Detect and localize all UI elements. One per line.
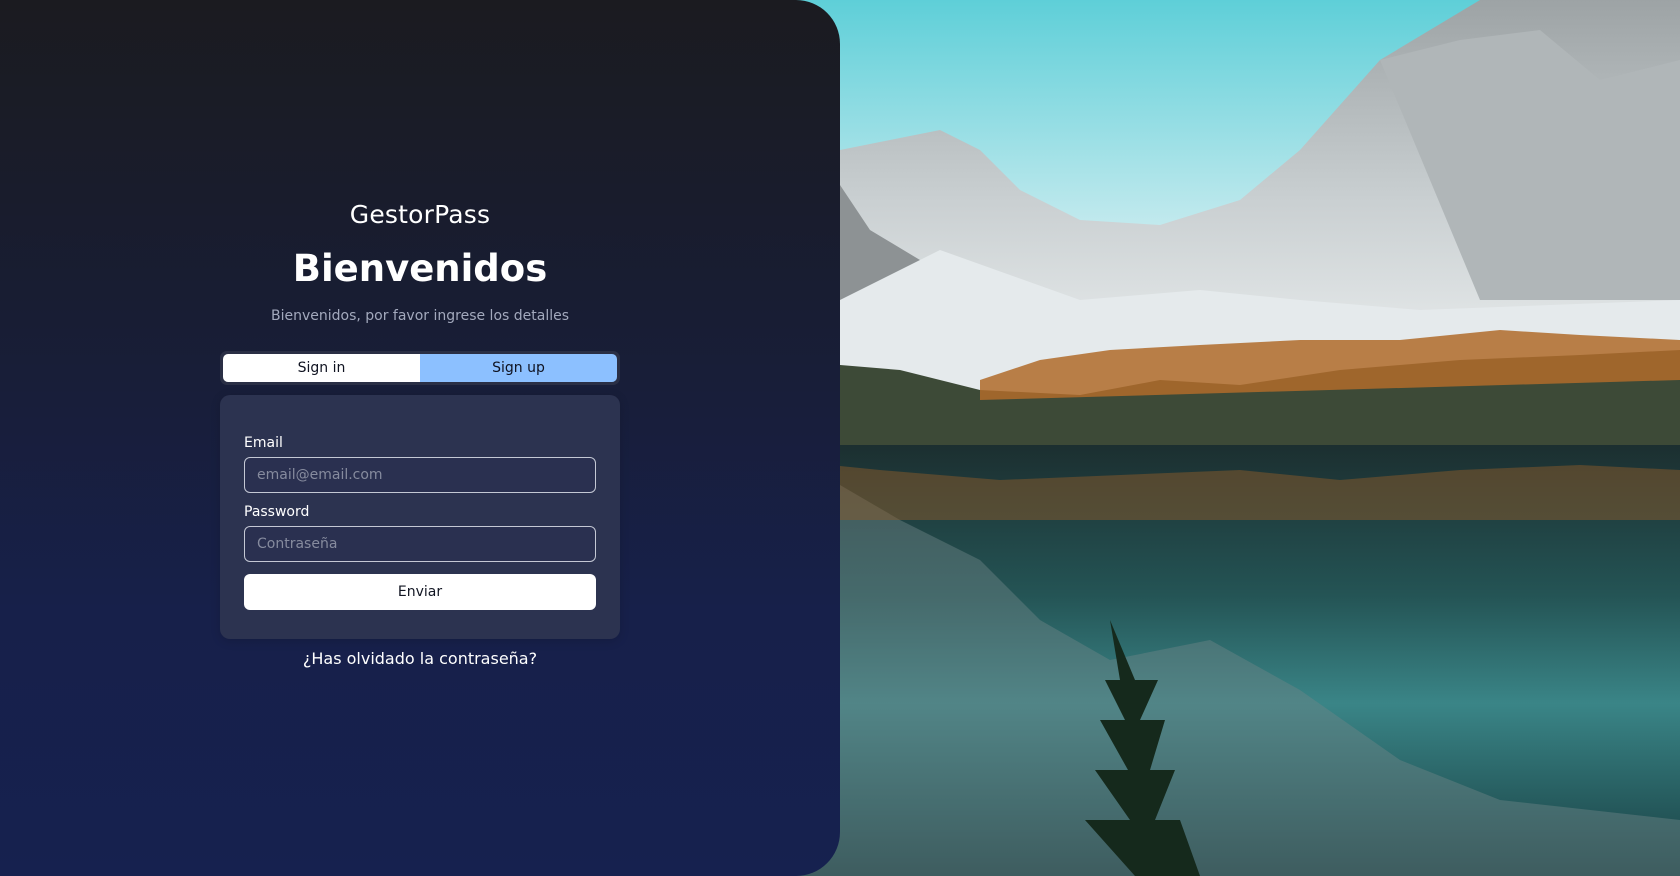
email-label: Email bbox=[244, 435, 283, 451]
tab-sign-up[interactable]: Sign up bbox=[420, 354, 617, 382]
mountain-lake-image bbox=[780, 0, 1680, 876]
tab-sign-in[interactable]: Sign in bbox=[223, 354, 420, 382]
landscape-photo bbox=[780, 0, 1680, 876]
submit-button[interactable]: Enviar bbox=[244, 574, 596, 610]
password-field[interactable] bbox=[244, 526, 596, 562]
login-panel: GestorPass Bienvenidos Bienvenidos, por … bbox=[0, 0, 840, 876]
auth-tabs: Sign in Sign up bbox=[220, 351, 620, 385]
login-page: GestorPass Bienvenidos Bienvenidos, por … bbox=[0, 0, 1680, 876]
password-label: Password bbox=[244, 504, 310, 520]
page-title: Bienvenidos bbox=[292, 247, 548, 290]
login-form-card: Email Password Enviar bbox=[220, 395, 620, 639]
login-content: GestorPass Bienvenidos Bienvenidos, por … bbox=[220, 200, 620, 668]
forgot-password-link[interactable]: ¿Has olvidado la contraseña? bbox=[303, 649, 537, 668]
page-subtitle: Bienvenidos, por favor ingrese los detal… bbox=[270, 308, 570, 324]
brand-name: GestorPass bbox=[349, 200, 491, 229]
email-field[interactable] bbox=[244, 457, 596, 493]
